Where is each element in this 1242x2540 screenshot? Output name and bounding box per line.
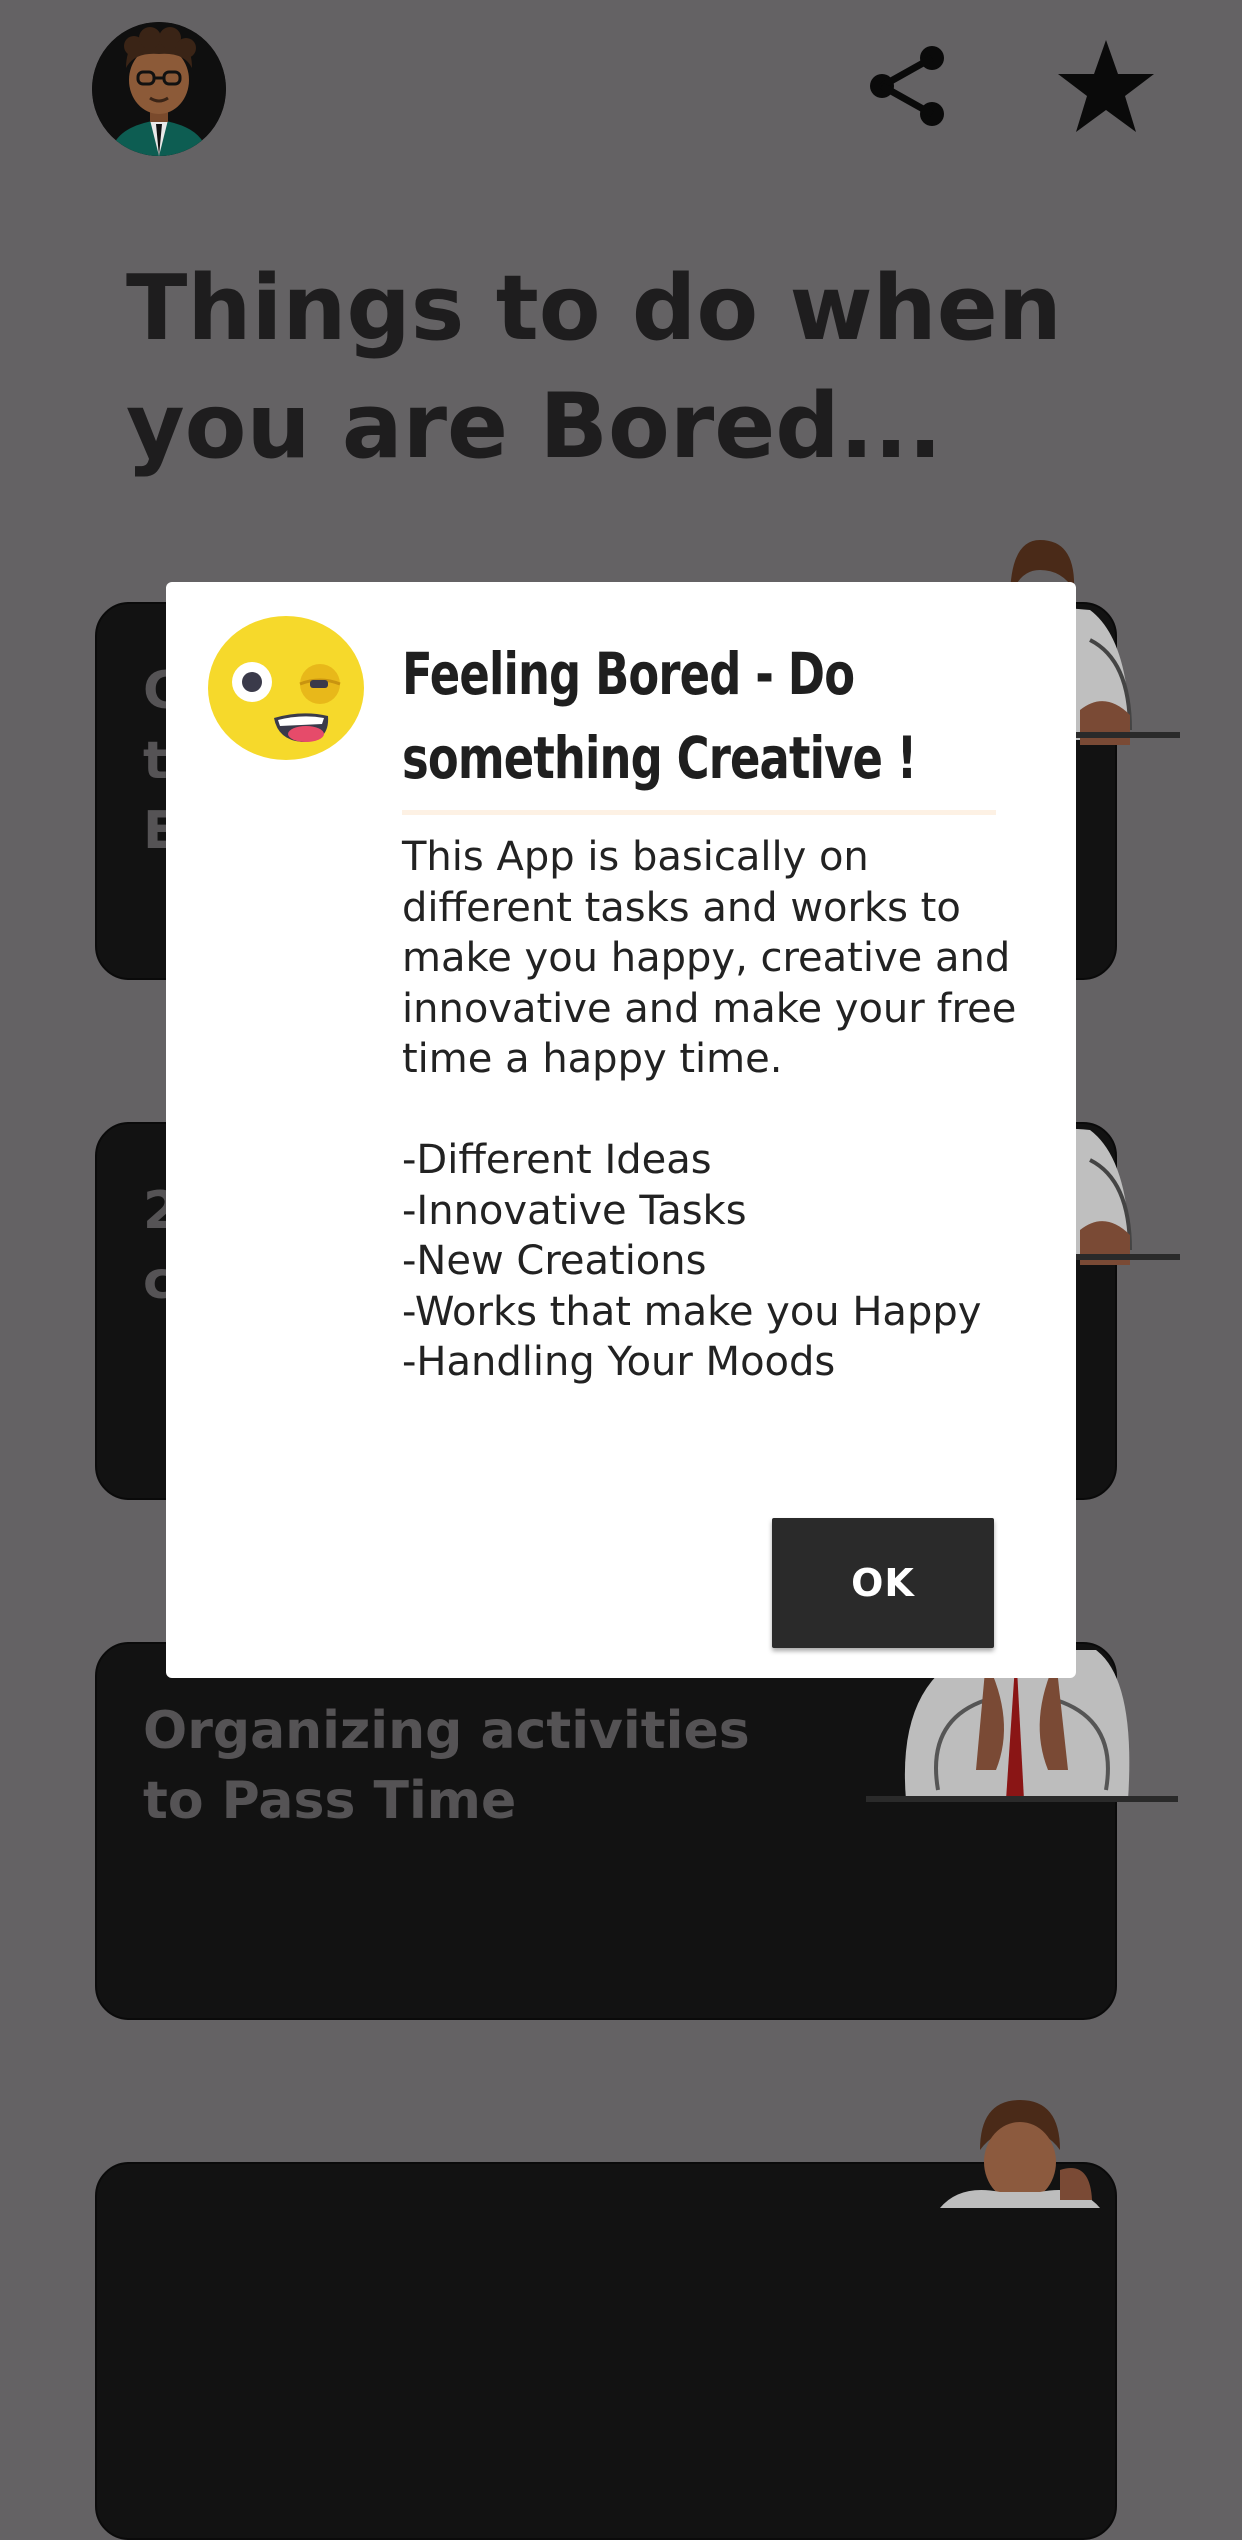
modal-overlay[interactable]: Feeling Bored - Do something Creative ! …: [0, 0, 1242, 2208]
dialog-title: Feeling Bored - Do something Creative !: [402, 640, 917, 792]
dialog-message: This App is basically on different tasks…: [402, 834, 1017, 1385]
dialog-divider: [402, 810, 996, 815]
about-dialog: Feeling Bored - Do something Creative ! …: [166, 582, 1076, 1678]
bored-emoji-icon: [206, 614, 366, 762]
ok-button[interactable]: OK: [772, 1518, 994, 1648]
activity-card[interactable]: [95, 2162, 1117, 2540]
